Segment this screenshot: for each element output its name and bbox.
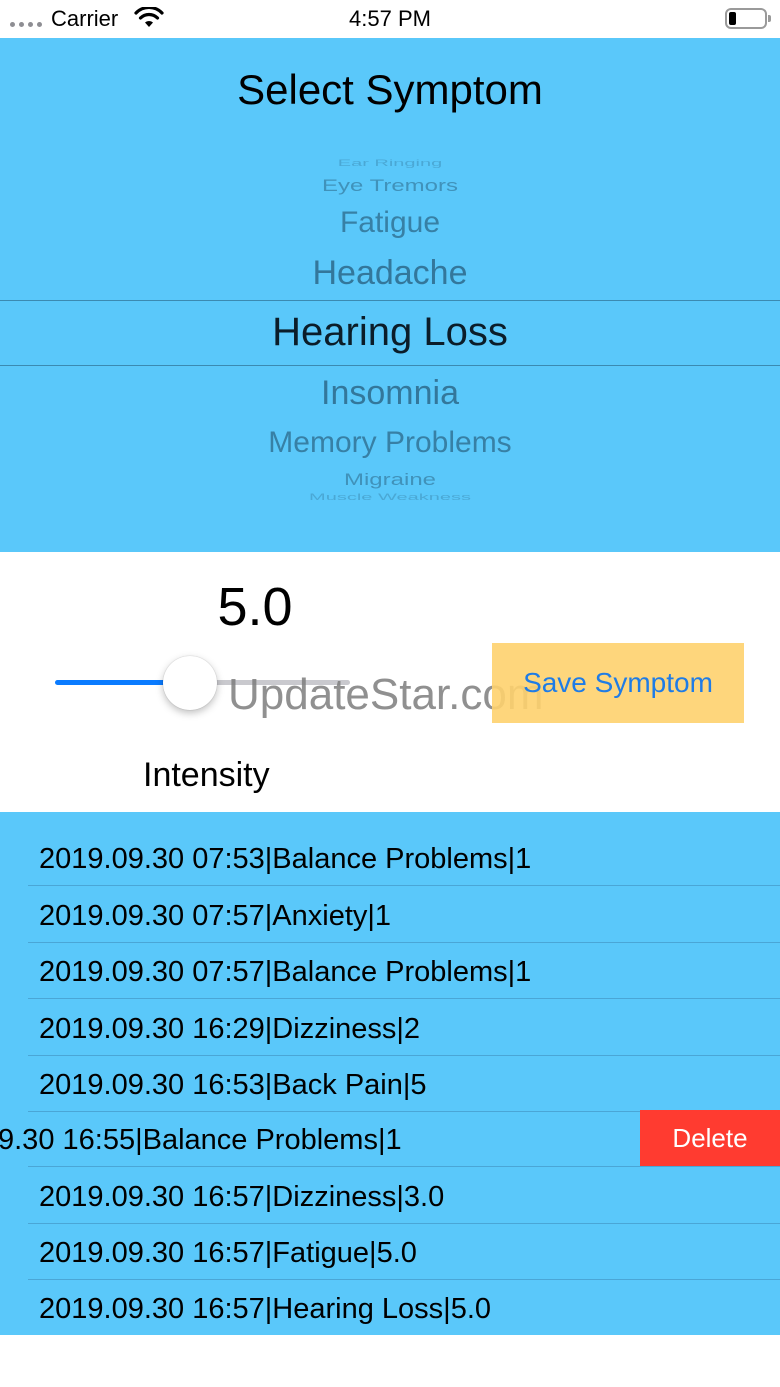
list-item-text: 2019.09.30 16:29|Dizziness|2 <box>39 1013 421 1045</box>
list-item[interactable]: 2019.09.30 16:29|Dizziness|2 <box>0 999 780 1056</box>
list-item-text: 2019.09.30 16:57|Hearing Loss|5.0 <box>39 1293 492 1325</box>
list-item-text: 2019.09.30 07:57|Anxiety|1 <box>39 900 392 932</box>
symptom-list[interactable]: 2019.09.30 07:53|Balance Problems|1 2019… <box>0 812 780 1335</box>
picker-item-selected[interactable]: Hearing Loss <box>0 310 780 355</box>
list-item-text: 2019.09.30 07:57|Balance Problems|1 <box>39 956 532 988</box>
symptom-picker-section: Select Symptom Ear Ringing Eye Tremors F… <box>0 38 780 552</box>
intensity-label: Intensity <box>143 756 270 794</box>
slider-thumb[interactable] <box>163 656 217 710</box>
delete-button[interactable]: Delete <box>640 1110 780 1167</box>
save-symptom-button[interactable]: Save Symptom <box>492 643 744 723</box>
symptom-picker[interactable]: Ear Ringing Eye Tremors Fatigue Headache… <box>0 150 780 510</box>
status-bar: Carrier 4:57 PM <box>0 0 780 38</box>
list-item-text: 2019.09.30 16:53|Back Pain|5 <box>39 1069 427 1101</box>
battery-icon <box>725 8 771 29</box>
picker-item[interactable]: Migraine <box>0 470 780 490</box>
list-item-text: 2019.09.30 16:57|Dizziness|3.0 <box>39 1181 445 1213</box>
list-item-text: 2019.09.30 16:57|Fatigue|5.0 <box>39 1237 417 1269</box>
list-item-text: 9.30 16:55|Balance Problems|1 <box>0 1124 402 1156</box>
picker-item[interactable]: Ear Ringing <box>0 158 780 168</box>
picker-item[interactable]: Muscle Weakness <box>0 492 780 502</box>
picker-item[interactable]: Insomnia <box>0 374 780 413</box>
picker-selection-line-bottom <box>0 365 780 366</box>
picker-item[interactable]: Headache <box>0 254 780 293</box>
list-item-swiped[interactable]: 9.30 16:55|Balance Problems|1 Delete <box>0 1110 780 1167</box>
list-item[interactable]: 2019.09.30 07:57|Balance Problems|1 <box>0 942 780 999</box>
picker-item[interactable]: Eye Tremors <box>0 176 780 196</box>
list-item-text: 2019.09.30 07:53|Balance Problems|1 <box>39 843 532 875</box>
list-item[interactable]: 2019.09.30 16:57|Hearing Loss|5.0 <box>0 1279 780 1335</box>
list-item[interactable]: 2019.09.30 07:57|Anxiety|1 <box>0 886 780 943</box>
list-item[interactable]: 2019.09.30 16:57|Fatigue|5.0 <box>0 1223 780 1280</box>
list-item[interactable]: 2019.09.30 16:53|Back Pain|5 <box>0 1055 780 1112</box>
picker-selection-line-top <box>0 300 780 301</box>
picker-item[interactable]: Memory Problems <box>0 426 780 460</box>
intensity-value: 5.0 <box>217 577 293 637</box>
status-time: 4:57 PM <box>349 6 431 31</box>
picker-title: Select Symptom <box>237 66 543 113</box>
list-item[interactable]: 2019.09.30 07:53|Balance Problems|1 <box>0 829 780 886</box>
list-item[interactable]: 2019.09.30 16:57|Dizziness|3.0 <box>0 1167 780 1224</box>
picker-item[interactable]: Fatigue <box>0 206 780 240</box>
